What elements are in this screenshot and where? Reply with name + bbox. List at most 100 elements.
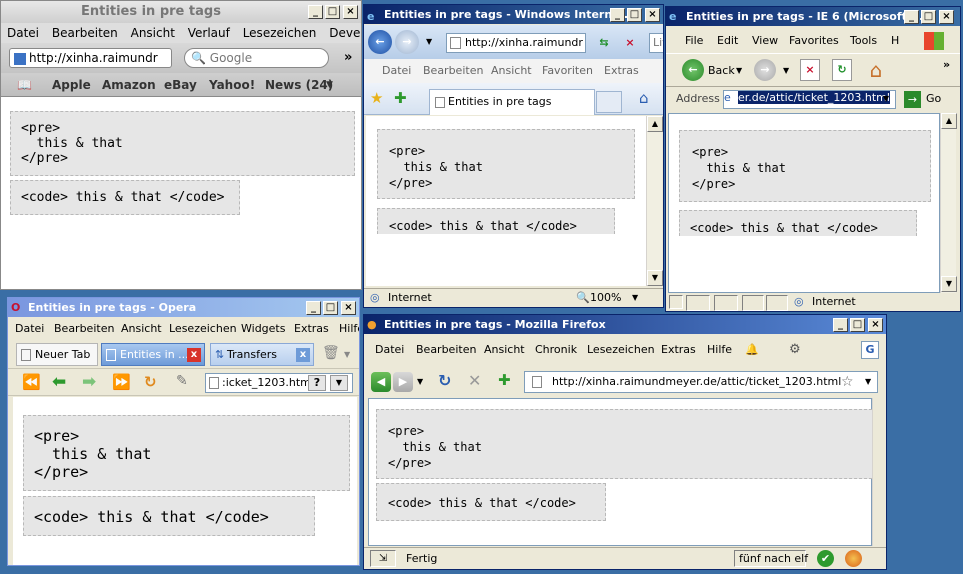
- ie6-back-label[interactable]: Back: [708, 64, 735, 77]
- menu-widgets[interactable]: Widgets: [241, 319, 285, 339]
- bookmark-news[interactable]: News (24): [265, 73, 333, 97]
- ie7-zoom[interactable]: 100%: [590, 289, 621, 307]
- edit-icon[interactable]: ✎: [176, 373, 188, 389]
- chevron-down-icon[interactable]: ▼: [344, 350, 350, 359]
- scroll-down-icon[interactable]: ▼: [647, 270, 663, 286]
- chevron-down-icon[interactable]: ▼: [736, 66, 742, 75]
- chevron-down-icon[interactable]: ▼: [330, 375, 348, 391]
- minimize-button[interactable]: _: [610, 8, 625, 22]
- fast-forward-icon[interactable]: ⏩: [112, 373, 131, 391]
- back-arrow-icon[interactable]: ◀: [371, 372, 391, 392]
- chevron-down-icon[interactable]: ▼: [783, 66, 789, 75]
- stop-icon[interactable]: ×: [800, 59, 820, 81]
- ie6-address-field[interactable]: e er.de/attic/ticket_1203.html: [723, 90, 896, 109]
- ie7-scrollbar[interactable]: ▲ ▼: [646, 116, 663, 286]
- firefox-scrollbar[interactable]: [872, 398, 886, 546]
- menu-extras[interactable]: Extras: [294, 319, 329, 339]
- resize-icon[interactable]: ⇲: [370, 550, 396, 567]
- close-button[interactable]: ×: [645, 8, 660, 22]
- menu-ansicht[interactable]: Ansicht: [121, 319, 162, 339]
- bookmark-apple[interactable]: Apple: [52, 73, 91, 97]
- home-icon[interactable]: ⌂: [864, 58, 888, 82]
- zoom-icon[interactable]: 🔍: [576, 289, 590, 307]
- menu-datei[interactable]: Datei: [375, 339, 404, 361]
- forward-arrow-icon[interactable]: ▶: [393, 372, 413, 392]
- add-favorite-icon[interactable]: ✚: [394, 89, 407, 107]
- menu-bearbeiten[interactable]: Bearbeiten: [423, 59, 483, 83]
- minimize-button[interactable]: _: [308, 5, 323, 19]
- menu-hilfe[interactable]: Hilfe: [339, 319, 359, 339]
- chevron-down-icon[interactable]: ▼: [426, 37, 432, 46]
- refresh-icon[interactable]: ↻: [832, 59, 852, 81]
- menu-verlauf[interactable]: Verlauf: [188, 26, 230, 40]
- rewind-icon[interactable]: ⏪: [22, 373, 41, 391]
- maximize-button[interactable]: □: [850, 318, 865, 332]
- close-button[interactable]: ×: [343, 5, 358, 19]
- menu-ansicht[interactable]: Ansicht: [484, 339, 525, 361]
- bookmark-amazon[interactable]: Amazon: [102, 73, 156, 97]
- scroll-up-icon[interactable]: ▲: [647, 116, 663, 132]
- google-icon[interactable]: G: [861, 341, 879, 359]
- ie6-go-label[interactable]: Go: [926, 92, 941, 105]
- back-arrow-icon[interactable]: ←: [368, 30, 392, 54]
- ie6-scrollbar[interactable]: ▲ ▼: [940, 113, 957, 293]
- menu-chronik[interactable]: Chronik: [535, 339, 577, 361]
- menu-develop[interactable]: Develop: [329, 26, 361, 40]
- opera-address-field[interactable]: :icket_1203.html ? ▼: [205, 373, 353, 393]
- opera-tab-active[interactable]: Entities in ... x: [101, 343, 205, 366]
- forward-arrow-icon[interactable]: ➡: [82, 372, 96, 392]
- maximize-button[interactable]: □: [323, 301, 338, 315]
- close-button[interactable]: ×: [341, 301, 356, 315]
- close-tab-icon[interactable]: x: [296, 348, 310, 362]
- firefox-address-field[interactable]: http://xinha.raimundmeyer.de/attic/ticke…: [524, 371, 878, 393]
- home-icon[interactable]: ⌂: [639, 89, 649, 107]
- favorites-star-icon[interactable]: ★: [370, 89, 383, 107]
- ie7-active-tab[interactable]: Entities in pre tags: [429, 89, 595, 115]
- menu-datei[interactable]: Datei: [382, 59, 411, 83]
- chevron-down-icon[interactable]: ▼: [326, 73, 333, 97]
- menu-hilfe[interactable]: Hilfe: [707, 339, 732, 361]
- help-icon[interactable]: ?: [308, 375, 326, 391]
- reload-icon[interactable]: ↻: [144, 373, 157, 391]
- chevron-down-icon[interactable]: ▼: [883, 94, 889, 103]
- forward-arrow-icon[interactable]: →: [754, 59, 776, 81]
- close-button[interactable]: ×: [939, 10, 954, 24]
- stop-icon[interactable]: ✕: [468, 371, 481, 390]
- menu-lesezeichen[interactable]: Lesezeichen: [243, 26, 317, 40]
- book-icon[interactable]: 📖: [17, 73, 32, 97]
- trash-icon[interactable]: 🗑: [322, 345, 340, 361]
- minimize-button[interactable]: _: [306, 301, 321, 315]
- home-plus-icon[interactable]: ✚: [498, 371, 511, 389]
- overflow-chevron-icon[interactable]: »: [943, 58, 950, 71]
- maximize-button[interactable]: □: [325, 5, 340, 19]
- safari-address-bar[interactable]: http://xinha.raimundr: [9, 48, 172, 68]
- ie7-search-field[interactable]: Liv: [649, 33, 663, 53]
- menu-view[interactable]: View: [752, 30, 778, 52]
- menu-ansicht[interactable]: Ansicht: [131, 26, 175, 40]
- chevron-down-icon[interactable]: ▼: [865, 372, 871, 392]
- go-arrow-icon[interactable]: →: [904, 91, 921, 108]
- bell-icon[interactable]: 🔔: [745, 339, 759, 361]
- menu-datei[interactable]: Datei: [15, 319, 44, 339]
- chevron-down-icon[interactable]: ▼: [417, 377, 423, 386]
- reload-icon[interactable]: ↻: [438, 371, 451, 390]
- menu-favorites[interactable]: Favorites: [789, 30, 839, 52]
- gear-icon[interactable]: ⚙: [789, 339, 801, 361]
- menu-help[interactable]: H: [891, 30, 899, 52]
- ie7-new-tab[interactable]: [596, 91, 622, 113]
- menu-bearbeiten[interactable]: Bearbeiten: [54, 319, 114, 339]
- menu-bearbeiten[interactable]: Bearbeiten: [416, 339, 476, 361]
- ie7-address-bar[interactable]: http://xinha.raimundr: [446, 33, 586, 53]
- menu-favoriten[interactable]: Favoriten: [542, 59, 593, 83]
- stop-icon[interactable]: ×: [620, 33, 640, 53]
- menu-datei[interactable]: Datei: [7, 26, 39, 40]
- star-icon[interactable]: ☆: [841, 372, 854, 392]
- minimize-button[interactable]: _: [904, 10, 919, 24]
- bookmark-yahoo[interactable]: Yahoo!: [209, 73, 255, 97]
- close-button[interactable]: ×: [868, 318, 883, 332]
- back-arrow-icon[interactable]: ⬅: [52, 372, 66, 392]
- menu-extras[interactable]: Extras: [661, 339, 696, 361]
- opera-tab-new[interactable]: Neuer Tab: [16, 343, 98, 366]
- minimize-button[interactable]: _: [833, 318, 848, 332]
- overflow-chevron-icon[interactable]: »: [344, 50, 352, 65]
